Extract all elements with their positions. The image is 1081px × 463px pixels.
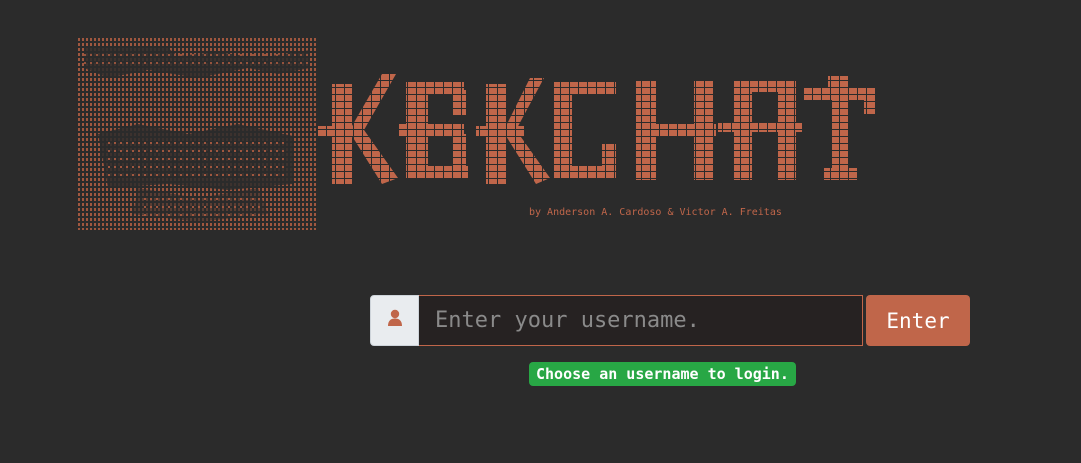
login-status-message: Choose an username to login. (529, 362, 796, 386)
user-icon (387, 309, 403, 332)
user-addon (370, 295, 419, 346)
username-input-group (370, 295, 863, 346)
login-screen: by Anderson A. Cardoso & Victor A. Freit… (0, 0, 1081, 463)
username-input[interactable] (419, 295, 863, 346)
enter-button[interactable]: Enter (866, 295, 970, 346)
author-byline: by Anderson A. Cardoso & Victor A. Freit… (529, 207, 782, 218)
ascii-art-logo (78, 38, 318, 230)
kekchat-title-logo (318, 74, 876, 184)
